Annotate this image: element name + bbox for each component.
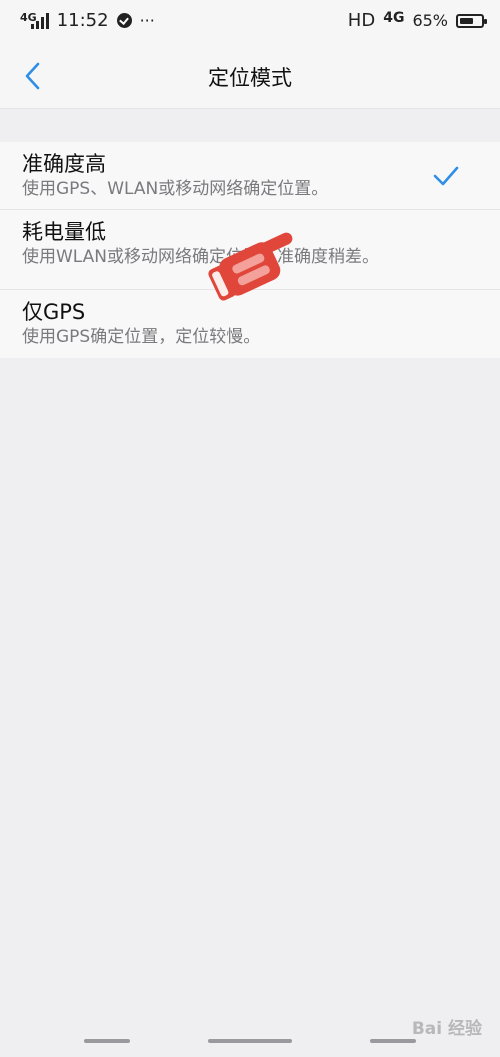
network-type-right: 4G [383, 9, 405, 26]
hd-badge: HD [347, 10, 376, 31]
more-dots-icon: ··· [139, 11, 155, 30]
mode-description: 使用GPS、WLAN或移动网络确定位置。 [22, 179, 329, 199]
signal-group: 4G [20, 10, 49, 29]
pointing-hand-icon [208, 232, 293, 301]
status-bar-right: HD 4G 65% [347, 9, 487, 31]
title-bar: 定位模式 [0, 44, 500, 109]
status-bar: 4G 11:52 ··· HD 4G 65% [0, 0, 500, 44]
clock: 11:52 [56, 10, 109, 31]
nav-hint-left [84, 1039, 130, 1043]
nav-hint-home [208, 1039, 292, 1043]
mode-title: 准确度高 [22, 152, 106, 176]
mode-description: 使用GPS确定位置，定位较慢。 [22, 327, 261, 347]
network-type-label: 4G [20, 10, 37, 24]
brand-watermark: Bai 经验 [411, 1019, 482, 1039]
nav-hint-right [370, 1039, 416, 1043]
status-bar-left: 4G 11:52 ··· [20, 10, 155, 31]
battery-percent: 65% [412, 11, 448, 30]
checkmark-icon [433, 166, 459, 186]
mode-option-high-accuracy[interactable]: 准确度高 使用GPS、WLAN或移动网络确定位置。 [0, 142, 500, 210]
battery-fill [460, 17, 473, 24]
page-title: 定位模式 [208, 66, 292, 90]
check-circle-icon [116, 13, 132, 28]
battery-icon [456, 13, 487, 28]
